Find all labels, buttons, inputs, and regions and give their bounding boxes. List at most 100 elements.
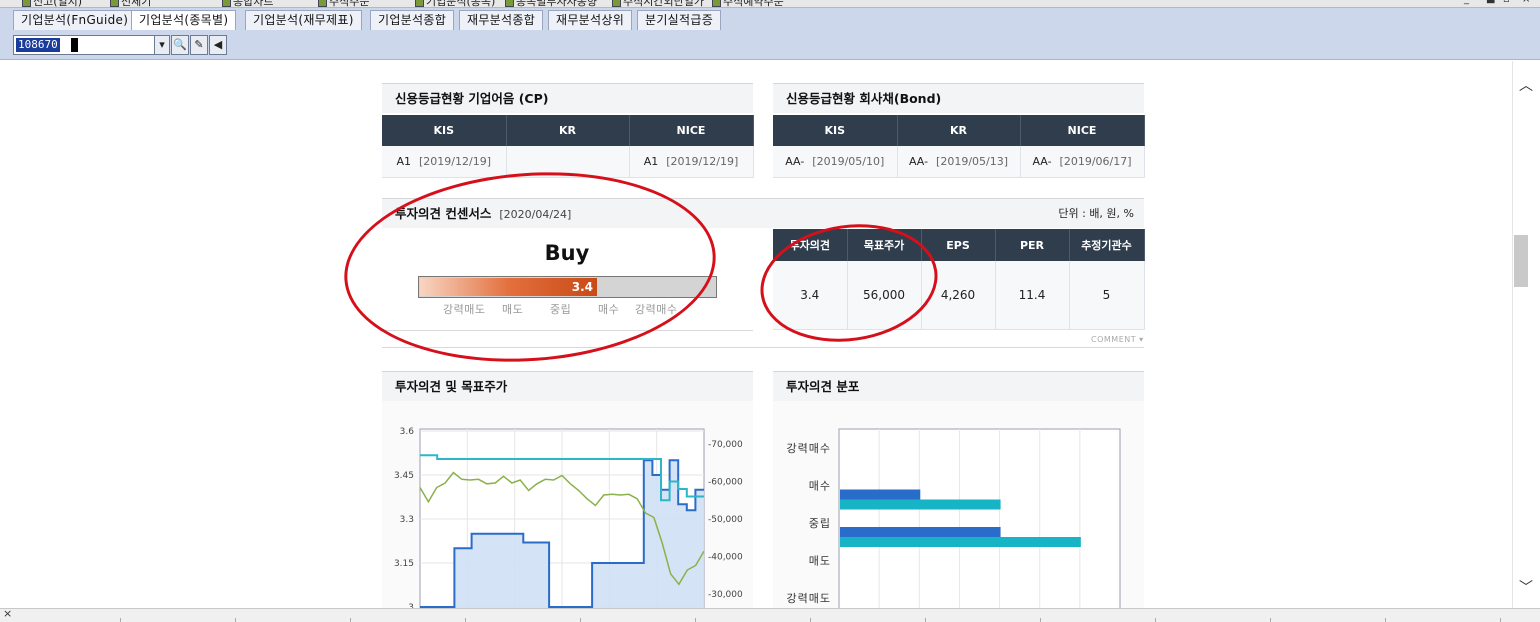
rating-date: [2019/06/17] <box>1059 154 1132 168</box>
settings-tool-icon[interactable]: ✎ <box>190 35 208 55</box>
credit-cp-title: 신용등급현황 기업어음 (CP) <box>382 83 753 113</box>
window-tab[interactable]: 기업분석(종목) <box>415 0 495 7</box>
window-tab-icon <box>505 0 514 7</box>
credit-cp-table: KIS KR NICE A1 [2019/12/19] A1 [2019/12/19… <box>382 115 754 178</box>
color-icon[interactable]: ■ <box>1486 0 1495 5</box>
stock-code-value: 108670 <box>16 38 60 52</box>
toolbar: 108670 ▾ 🔍 ✎ ◀ <box>0 30 1540 60</box>
window-tab[interactable]: 종합차트 <box>222 0 273 7</box>
unit-label: 단위 : 배, 원, % <box>1058 207 1134 220</box>
search-icon[interactable]: 🔍 <box>171 35 189 55</box>
right-axis-tick: -60,000 <box>708 478 743 488</box>
bottom-status-bar: × <box>0 607 1540 622</box>
window-tab[interactable]: 종목별투자자동향 <box>505 0 597 7</box>
status-divider <box>695 618 696 622</box>
rating-date: [2019/05/13] <box>936 154 1009 168</box>
status-divider <box>1385 618 1386 622</box>
annotation-circle-gauge <box>337 160 723 374</box>
tab-company-stock[interactable]: 기업분석(종목별) <box>131 10 237 31</box>
header-nice: NICE <box>1020 115 1145 146</box>
minimize-icon[interactable]: _ <box>1464 0 1469 5</box>
status-divider <box>925 618 926 622</box>
window-tab[interactable]: 신고(일지) <box>22 0 82 7</box>
window-tab-icon <box>612 0 621 7</box>
rating-date: [2019/12/19] <box>419 154 491 168</box>
window-tab-icon <box>110 0 119 7</box>
window-tab-icon <box>22 0 31 7</box>
cp-nice-cell: A1 [2019/12/19] <box>629 146 754 178</box>
tab-fnguide[interactable]: 기업분석(FnGuide) <box>13 10 137 30</box>
sub-tab-bar: 기업분석(FnGuide) 기업분석(종목별) 기업분석(재무제표) 기업분석종… <box>0 8 1540 31</box>
right-axis-tick: -50,000 <box>708 515 743 525</box>
header-nice: NICE <box>629 115 754 146</box>
window-tab-strip: 신고(일지) 전체기 종합차트 주식주문 기업분석(종목) 종목별투자자동향 주… <box>0 0 1540 8</box>
right-axis-tick: -30,000 <box>708 590 743 600</box>
category-label: 강력매수 <box>787 442 831 455</box>
distribution-bar <box>840 537 1081 547</box>
grade: AA- <box>908 154 929 168</box>
restore-icon[interactable]: ▫ <box>1503 0 1510 5</box>
content-area: 신용등급현황 기업어음 (CP) KIS KR NICE A1 [2019/12/… <box>12 61 1512 608</box>
window-tab-icon <box>222 0 231 7</box>
tab-financial-statements[interactable]: 기업분석(재무제표) <box>245 10 362 30</box>
category-label: 중립 <box>809 517 831 530</box>
left-axis-tick: 3.45 <box>394 471 414 481</box>
window-tab[interactable]: 주식주문 <box>318 0 369 7</box>
grade: A1 <box>643 154 659 168</box>
status-divider <box>120 618 121 622</box>
category-label: 강력매도 <box>787 592 831 605</box>
right-axis-tick: -70,000 <box>708 440 743 450</box>
close-icon[interactable]: × <box>1522 0 1530 5</box>
per-value: 11.4 <box>995 261 1070 330</box>
grade: AA- <box>785 154 805 168</box>
tab-company-summary[interactable]: 기업분석종합 <box>370 10 455 30</box>
window-tab-icon <box>318 0 327 7</box>
rating-date: [2019/05/10] <box>812 154 885 168</box>
text-caret <box>71 38 78 52</box>
window-tab[interactable]: 주식예약주문 <box>712 0 784 7</box>
scroll-down-icon[interactable]: ﹀ <box>1519 577 1533 597</box>
rating-date: [2019/12/19] <box>666 154 739 168</box>
close-icon[interactable]: × <box>3 607 12 620</box>
category-label: 매수 <box>809 480 831 493</box>
window-tab-icon <box>415 0 424 7</box>
status-divider <box>1500 618 1501 622</box>
left-axis-tick: 3.3 <box>400 515 414 525</box>
stock-code-input[interactable]: 108670 <box>13 35 155 55</box>
header-per: PER <box>995 229 1070 261</box>
credit-bond-table: KIS KR NICE AA- [2019/05/10] AA- [2019/05/… <box>773 115 1145 178</box>
comment-button[interactable]: COMMENT ▾ <box>1091 335 1144 344</box>
status-divider <box>1155 618 1156 622</box>
status-divider <box>235 618 236 622</box>
tab-financial-top[interactable]: 재무분석상위 <box>548 10 633 30</box>
window-tab[interactable]: 주식시간외단일가 <box>612 0 704 7</box>
distribution-bar <box>840 489 921 500</box>
grade: AA- <box>1032 154 1052 168</box>
scroll-up-icon[interactable]: ︿ <box>1519 75 1533 95</box>
dropdown-arrow-icon[interactable]: ▾ <box>154 35 170 55</box>
opinion-price-chart-panel: 3.6 3.45 3.3 3.15 3 -70,000 -60,000 -50,000 -40,… <box>382 401 753 608</box>
bond-kis-cell: AA- [2019/05/10] <box>773 146 898 178</box>
institutions-value: 5 <box>1069 261 1145 330</box>
distribution-chart-panel: 강력매수 매수 중립 매도 강력매도 <box>773 401 1144 608</box>
distribution-bar <box>840 499 1001 510</box>
distribution-bar <box>840 527 1001 537</box>
status-divider <box>1040 618 1041 622</box>
status-divider <box>350 618 351 622</box>
opinion-price-chart-title: 투자의견 및 목표주가 <box>382 371 753 401</box>
header-kis: KIS <box>773 115 898 146</box>
window-tab[interactable]: 전체기 <box>110 0 151 7</box>
speaker-icon[interactable]: ◀ <box>209 35 227 55</box>
distribution-chart-title: 투자의견 분포 <box>773 371 1144 401</box>
scroll-thumb[interactable] <box>1514 235 1528 287</box>
distribution-chart: 강력매수매수중립매도강력매도 <box>787 428 1121 608</box>
bond-nice-cell: AA- [2019/06/17] <box>1020 146 1145 178</box>
tab-quarterly-surge[interactable]: 분기실적급증 <box>637 10 722 30</box>
vertical-scrollbar[interactable]: ︿ ﹀ <box>1512 61 1540 608</box>
tab-financial-summary[interactable]: 재무분석종합 <box>459 10 544 30</box>
cp-kis-cell: A1 [2019/12/19] <box>382 146 507 178</box>
header-kr: KR <box>506 115 630 146</box>
window-tab-icon <box>712 0 721 7</box>
status-divider <box>1270 618 1271 622</box>
status-divider <box>580 618 581 622</box>
